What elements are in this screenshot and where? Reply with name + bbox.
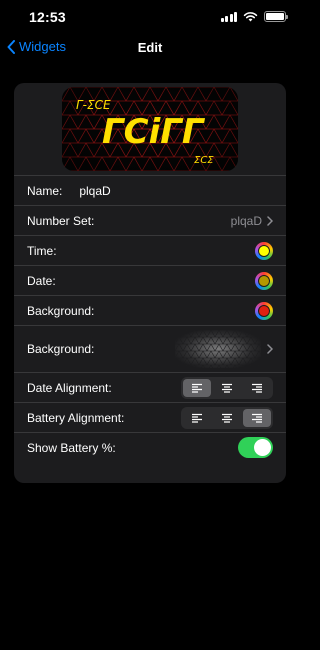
chevron-right-icon <box>267 215 273 226</box>
background-color-row: Background: <box>14 295 286 325</box>
align-center-icon <box>222 413 232 423</box>
show-battery-label: Show Battery %: <box>27 440 116 455</box>
name-row[interactable]: Name: plqaD <box>14 175 286 205</box>
background-image-label: Background: <box>27 342 95 356</box>
status-time: 12:53 <box>29 9 66 25</box>
background-image-thumbnail <box>175 330 261 368</box>
background-color-label: Background: <box>27 303 95 318</box>
align-center-icon <box>222 383 232 393</box>
battery-align-left-button[interactable] <box>183 409 211 427</box>
preview-date-text: Γ-ΣCΕ <box>76 98 111 112</box>
time-color-well[interactable] <box>255 241 273 260</box>
show-battery-toggle[interactable] <box>238 437 273 458</box>
navigation-bar: Widgets Edit <box>0 34 300 62</box>
battery-alignment-row: Battery Alignment: <box>14 402 286 432</box>
number-set-label: Number Set: <box>27 213 95 228</box>
time-label: Time: <box>27 243 57 258</box>
preview-time-text: ΓCiΓΓ <box>102 112 206 152</box>
color-dot <box>258 304 270 317</box>
number-set-row[interactable]: Number Set: plqaD <box>14 205 286 235</box>
preview-battery-text: ΣCΣ <box>194 155 214 166</box>
date-align-right-button[interactable] <box>243 379 271 397</box>
wifi-icon <box>243 12 258 22</box>
color-dot <box>258 274 270 287</box>
background-color-well[interactable] <box>255 301 273 320</box>
page-title: Edit <box>137 40 163 55</box>
date-alignment-label: Date Alignment: <box>27 380 112 395</box>
align-left-icon <box>192 383 202 393</box>
date-color-row: Date: <box>14 265 286 295</box>
align-left-icon <box>192 413 202 423</box>
background-image-row[interactable]: Background: <box>14 325 286 372</box>
name-field[interactable]: plqaD <box>79 184 110 198</box>
date-align-center-button[interactable] <box>213 379 241 397</box>
battery-alignment-segmented-control <box>181 406 273 429</box>
clock-widget-preview: Γ-ΣCΕ ΓCiΓΓ ΣCΣ <box>62 87 238 171</box>
battery-align-center-button[interactable] <box>213 409 241 427</box>
status-icons <box>220 11 288 22</box>
battery-icon <box>264 11 288 22</box>
settings-list: Name: plqaD Number Set: plqaD Time: Date… <box>14 175 286 462</box>
battery-align-right-button[interactable] <box>243 408 271 427</box>
show-battery-row: Show Battery %: <box>14 432 286 462</box>
cellular-signal-icon <box>220 11 237 22</box>
date-label: Date: <box>27 273 56 288</box>
chevron-right-icon <box>267 344 273 354</box>
align-right-icon <box>252 383 262 393</box>
number-set-value: plqaD <box>230 213 262 228</box>
status-bar: 12:53 <box>0 0 300 34</box>
date-color-well[interactable] <box>255 271 273 290</box>
align-right-icon <box>252 413 262 423</box>
date-align-left-button[interactable] <box>183 378 211 397</box>
time-color-row: Time: <box>14 235 286 265</box>
settings-card: Γ-ΣCΕ ΓCiΓΓ ΣCΣ Name: plqaD Number Set: … <box>14 83 286 483</box>
date-alignment-row: Date Alignment: <box>14 372 286 402</box>
date-alignment-segmented-control <box>181 376 273 399</box>
toggle-knob <box>254 439 271 456</box>
battery-alignment-label: Battery Alignment: <box>27 410 125 425</box>
color-dot <box>258 244 270 257</box>
name-label: Name: <box>27 183 63 198</box>
